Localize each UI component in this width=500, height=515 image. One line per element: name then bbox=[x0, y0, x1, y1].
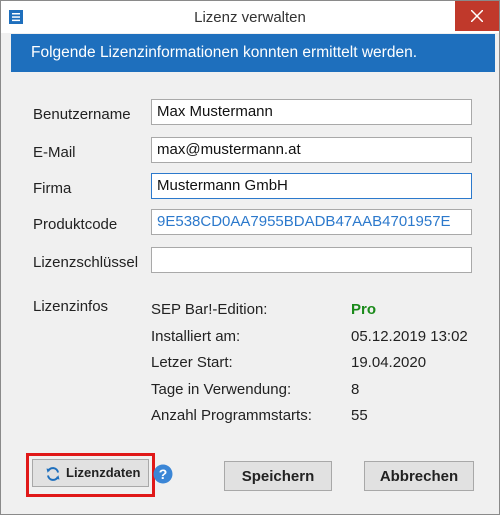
email-field[interactable]: max@mustermann.at bbox=[151, 137, 472, 163]
close-button[interactable] bbox=[455, 1, 499, 31]
title-bar: Lizenz verwalten bbox=[1, 1, 499, 33]
license-data-label: Lizenzdaten bbox=[66, 465, 141, 480]
installed-value: 05.12.2019 13:02 bbox=[351, 328, 468, 345]
product-code-field[interactable]: 9E538CD0AA7955BDADB47AAB4701957E bbox=[151, 209, 472, 235]
license-dialog: Lizenz verwalten Folgende Lizenzinformat… bbox=[0, 0, 500, 515]
program-starts-label: Anzahl Programmstarts: bbox=[151, 407, 312, 424]
help-icon[interactable]: ? bbox=[153, 464, 173, 484]
program-starts-value: 55 bbox=[351, 407, 368, 424]
days-in-use-label: Tage in Verwendung: bbox=[151, 381, 292, 398]
close-icon bbox=[471, 10, 483, 22]
company-label: Firma bbox=[33, 180, 72, 197]
license-data-button[interactable]: Lizenzdaten bbox=[32, 459, 149, 487]
save-button[interactable]: Speichern bbox=[224, 461, 332, 491]
cancel-button[interactable]: Abbrechen bbox=[364, 461, 474, 491]
username-label: Benutzername bbox=[33, 106, 131, 123]
email-label: E-Mail bbox=[33, 144, 76, 161]
license-key-label: Lizenzschlüssel bbox=[33, 254, 139, 271]
last-start-value: 19.04.2020 bbox=[351, 354, 427, 371]
edition-label: SEP Bar!-Edition: bbox=[151, 301, 268, 318]
window-title: Lizenz verwalten bbox=[194, 9, 306, 26]
product-code-label: Produktcode bbox=[33, 216, 118, 233]
banner-text: Folgende Lizenzinformationen konnten erm… bbox=[31, 44, 418, 61]
days-in-use-value: 8 bbox=[351, 381, 360, 398]
edition-value: Pro bbox=[351, 301, 377, 318]
last-start-label: Letzer Start: bbox=[151, 354, 233, 371]
username-field[interactable]: Max Mustermann bbox=[151, 99, 472, 125]
company-field[interactable]: Mustermann GmbH bbox=[151, 173, 472, 199]
installed-label: Installiert am: bbox=[151, 328, 241, 345]
license-key-field[interactable] bbox=[151, 247, 472, 273]
license-info-label: Lizenzinfos bbox=[33, 298, 109, 315]
info-banner: Folgende Lizenzinformationen konnten erm… bbox=[11, 34, 495, 72]
svg-text:?: ? bbox=[159, 466, 168, 482]
refresh-icon bbox=[46, 467, 60, 481]
